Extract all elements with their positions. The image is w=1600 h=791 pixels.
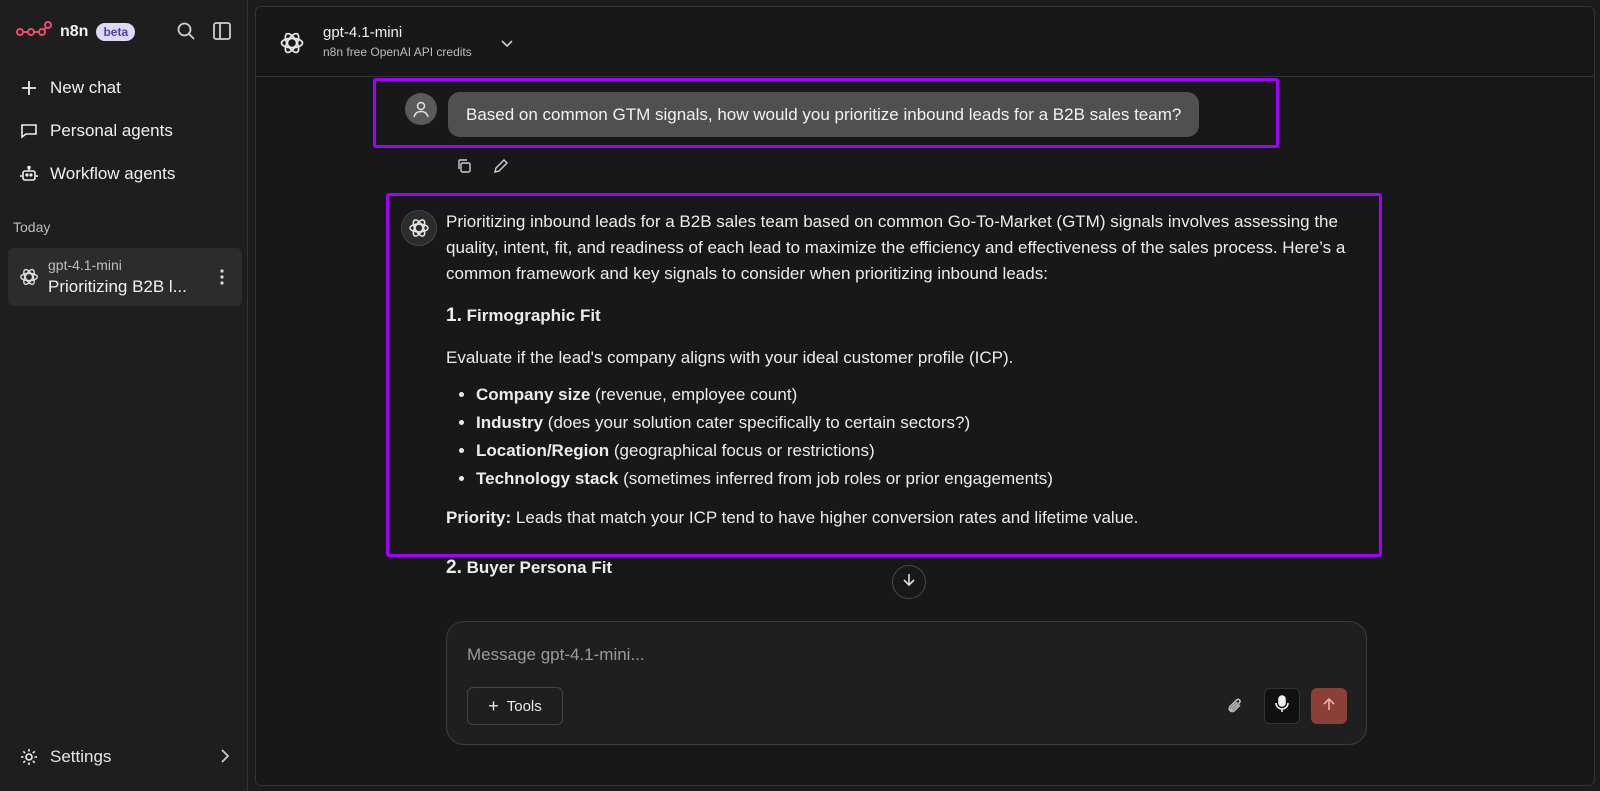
nav-label: New chat [50,78,121,97]
section-heading: 1. Firmographic Fit [446,305,601,326]
chevron-down-icon[interactable] [498,34,516,52]
assistant-message: Prioritizing inbound leads for a B2B sal… [446,209,1366,597]
chat-title: Prioritizing B2B l... [48,277,187,296]
nav-workflow-agents[interactable]: Workflow agents [8,154,240,194]
model-name[interactable]: gpt-4.1-mini [323,24,402,41]
section-today: Today [13,219,51,235]
chat-history-item[interactable]: gpt-4.1-mini Prioritizing B2B l... [8,248,242,306]
paperclip-icon[interactable] [1225,696,1247,718]
beta-badge: beta [96,23,136,41]
list-item: Company size (revenue, employee count) [476,381,1366,409]
user-avatar [405,93,437,125]
sidebar: n8n beta New chat Personal agents Workfl… [0,0,248,791]
list-item: Technology stack (sometimes inferred fro… [476,465,1366,493]
nav-personal-agents[interactable]: Personal agents [8,111,240,151]
copy-icon[interactable] [453,155,475,177]
search-icon[interactable] [174,19,198,43]
model-credits: n8n free OpenAI API credits [323,45,472,59]
message-composer: + Tools [446,621,1367,745]
assistant-avatar [401,210,437,246]
list-item: Industry (does your solution cater speci… [476,409,1366,437]
nav-label: Personal agents [50,121,173,140]
tools-label: Tools [506,697,542,715]
plus-icon [18,77,40,99]
arrow-down-icon [902,573,916,592]
list-item: Location/Region (geographical focus or r… [476,437,1366,465]
assistant-intro: Prioritizing inbound leads for a B2B sal… [446,212,1346,283]
send-button[interactable] [1311,688,1347,724]
chat-panel: gpt-4.1-mini n8n free OpenAI API credits… [255,6,1595,786]
priority-note: Priority: Leads that match your ICP tend… [446,508,1139,527]
chat-header: gpt-4.1-mini n8n free OpenAI API credits [256,7,1594,77]
message-input[interactable] [467,642,1167,668]
tools-button[interactable]: + Tools [467,687,563,725]
chat-model: gpt-4.1-mini [48,257,122,273]
openai-icon [278,29,306,57]
user-message: Based on common GTM signals, how would y… [448,92,1200,137]
gear-icon [18,746,40,768]
settings-button[interactable]: Settings [8,739,240,775]
chevron-right-icon [220,748,230,769]
openai-icon [18,266,40,288]
nav-new-chat[interactable]: New chat [8,68,240,108]
arrow-up-icon [1322,697,1336,716]
settings-label: Settings [50,747,112,766]
chat-bubble-icon [18,120,40,142]
scroll-down-button[interactable] [892,565,926,599]
signal-list: Company size (revenue, employee count) I… [476,381,1366,493]
sidebar-toggle-icon[interactable] [210,19,234,43]
plus-icon: + [488,695,499,716]
section-description: Evaluate if the lead's company aligns wi… [446,348,1014,367]
microphone-icon [1274,694,1290,718]
more-vertical-icon[interactable] [212,266,232,288]
robot-icon [18,163,40,185]
app-name: n8n [60,23,89,40]
nav-label: Workflow agents [50,164,176,183]
n8n-logo-icon [16,20,52,45]
edit-icon[interactable] [490,155,512,177]
microphone-button[interactable] [1264,688,1300,724]
brand[interactable]: n8n beta [16,19,136,45]
